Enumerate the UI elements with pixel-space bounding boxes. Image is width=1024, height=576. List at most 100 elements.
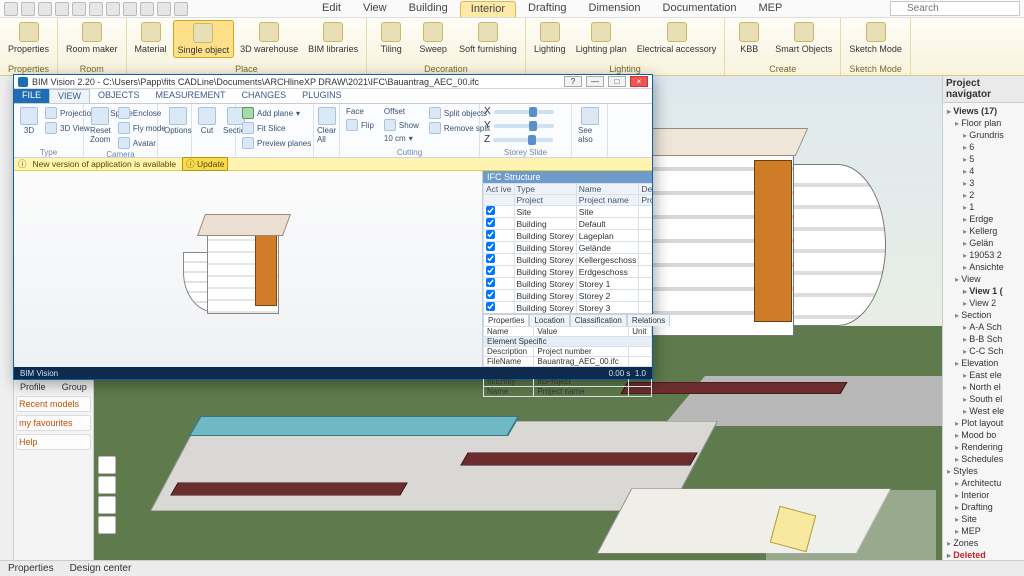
tree-node[interactable]: Rendering — [947, 441, 1022, 453]
bim-3d-view[interactable] — [14, 171, 482, 367]
slider-z[interactable] — [493, 138, 553, 142]
ribbon-properties[interactable]: Properties — [4, 20, 53, 56]
flip-button[interactable]: Flip — [344, 118, 376, 132]
ribbon-smart-objects[interactable]: Smart Objects — [771, 20, 836, 56]
tree-node[interactable]: Plot layout — [947, 417, 1022, 429]
props-tabs[interactable]: PropertiesLocationClassificationRelation… — [483, 314, 652, 326]
ribbon-3d-warehouse[interactable]: 3D warehouse — [236, 20, 302, 58]
qat-icon[interactable] — [123, 2, 137, 16]
tree-node[interactable]: Ansichte — [947, 261, 1022, 273]
tree-node[interactable]: North el — [947, 381, 1022, 393]
ribbon-lighting[interactable]: Lighting — [530, 20, 570, 56]
tree-node[interactable]: 2 — [947, 189, 1022, 201]
maximize-icon[interactable]: □ — [608, 76, 626, 87]
tree-node[interactable]: East ele — [947, 369, 1022, 381]
tab-design-center[interactable]: Design center — [70, 563, 132, 574]
qat-icon[interactable] — [140, 2, 154, 16]
tree-node[interactable]: 6 — [947, 141, 1022, 153]
qat-icon[interactable] — [157, 2, 171, 16]
zoom-icon[interactable] — [98, 476, 116, 494]
ribbon-room-maker[interactable]: Room maker — [62, 20, 122, 56]
face-button[interactable]: Face — [344, 106, 376, 117]
bim-tab-changes[interactable]: CHANGES — [234, 89, 295, 103]
tree-node[interactable]: Drafting — [947, 501, 1022, 513]
ifc-check[interactable] — [486, 278, 495, 287]
bim-tab-plugins[interactable]: PLUGINS — [294, 89, 350, 103]
tree-node[interactable]: Erdge — [947, 213, 1022, 225]
clear-all-button[interactable]: Clear All — [318, 106, 335, 145]
tree-node[interactable]: Architectu — [947, 477, 1022, 489]
minimize-icon[interactable]: — — [586, 76, 604, 87]
tree-node[interactable]: Views (17) — [947, 105, 1022, 117]
tree-node[interactable]: West ele — [947, 405, 1022, 417]
tree-node[interactable]: Kellerg — [947, 225, 1022, 237]
ifc-structure-table[interactable]: Act iveTypeNameDescripProjectProject nam… — [483, 183, 652, 313]
props-tab[interactable]: Properties — [483, 314, 529, 326]
help-icon[interactable]: ? — [564, 76, 582, 87]
ifc-check[interactable] — [486, 230, 495, 239]
props-tab[interactable]: Relations — [627, 314, 670, 326]
zoom-icon[interactable] — [98, 456, 116, 474]
ifc-check[interactable] — [486, 290, 495, 299]
qat-icon[interactable] — [21, 2, 35, 16]
menu-tab-mep[interactable]: MEP — [749, 1, 793, 17]
ribbon-single-object[interactable]: Single object — [173, 20, 235, 58]
cut-button[interactable]: Cut — [196, 106, 218, 136]
ribbon-sweep[interactable]: Sweep — [413, 20, 453, 56]
zoom-icon[interactable] — [98, 496, 116, 514]
slider-y[interactable] — [494, 124, 554, 128]
qat-icon[interactable] — [38, 2, 52, 16]
tree-node[interactable]: Gelän — [947, 237, 1022, 249]
qat-icon[interactable] — [4, 2, 18, 16]
bim-titlebar[interactable]: BIM Vision 2.20 - C:\Users\Papp\fits CAD… — [14, 75, 652, 89]
favourites-link[interactable]: my favourites — [16, 415, 91, 431]
bim-tab-objects[interactable]: OBJECTS — [90, 89, 148, 103]
tree-node[interactable]: Mood bo — [947, 429, 1022, 441]
tree-node[interactable]: Section — [947, 309, 1022, 321]
tree-node[interactable]: Schedules — [947, 453, 1022, 465]
ifc-check[interactable] — [486, 302, 495, 311]
qat-icon[interactable] — [106, 2, 120, 16]
search-input[interactable] — [890, 1, 1020, 16]
tree-node[interactable]: Elevation — [947, 357, 1022, 369]
slider-x[interactable] — [494, 110, 554, 114]
ifc-check[interactable] — [486, 254, 495, 263]
tree-node[interactable]: B-B Sch — [947, 333, 1022, 345]
ifc-check[interactable] — [486, 206, 495, 215]
close-icon[interactable]: × — [630, 76, 648, 87]
qat-icon[interactable] — [89, 2, 103, 16]
ribbon-kbb[interactable]: KBB — [729, 20, 769, 56]
bim-tab-measurement[interactable]: MEASUREMENT — [148, 89, 234, 103]
tree-node[interactable]: View 1 ( — [947, 285, 1022, 297]
view-3d-button[interactable]: 3D — [18, 106, 40, 136]
tree-node[interactable]: C-C Sch — [947, 345, 1022, 357]
offset-value[interactable]: 10 cm ▾ — [382, 133, 421, 144]
navigation-cube[interactable] — [766, 490, 936, 570]
ifc-check[interactable] — [486, 242, 495, 251]
ribbon-electrical-accessory[interactable]: Electrical accessory — [633, 20, 721, 56]
tab-properties[interactable]: Properties — [8, 563, 54, 574]
qat-icon[interactable] — [174, 2, 188, 16]
ribbon-tiling[interactable]: Tiling — [371, 20, 411, 56]
qat-icon[interactable] — [72, 2, 86, 16]
tree-node[interactable]: View — [947, 273, 1022, 285]
ifc-check[interactable] — [486, 266, 495, 275]
bim-tab-view[interactable]: VIEW — [49, 89, 90, 103]
zoom-icon[interactable] — [98, 516, 116, 534]
see-also-button[interactable]: See also — [576, 106, 603, 145]
tree-node[interactable]: View 2 — [947, 297, 1022, 309]
tree-node[interactable]: South el — [947, 393, 1022, 405]
tree-node[interactable]: Grundris — [947, 129, 1022, 141]
tree-node[interactable]: 19053 2 — [947, 249, 1022, 261]
help-link[interactable]: Help — [16, 434, 91, 450]
project-tree[interactable]: Views (17)Floor planGrundris654321ErdgeK… — [943, 103, 1024, 563]
tree-node[interactable]: 5 — [947, 153, 1022, 165]
show-button[interactable]: Show — [382, 118, 421, 132]
tree-node[interactable]: 3 — [947, 177, 1022, 189]
ribbon-lighting-plan[interactable]: Lighting plan — [572, 20, 631, 56]
menu-tab-building[interactable]: Building — [399, 1, 458, 17]
tree-node[interactable]: 4 — [947, 165, 1022, 177]
tree-node[interactable]: Styles — [947, 465, 1022, 477]
tree-node[interactable]: Floor plan — [947, 117, 1022, 129]
options-button[interactable]: Options — [162, 106, 194, 136]
